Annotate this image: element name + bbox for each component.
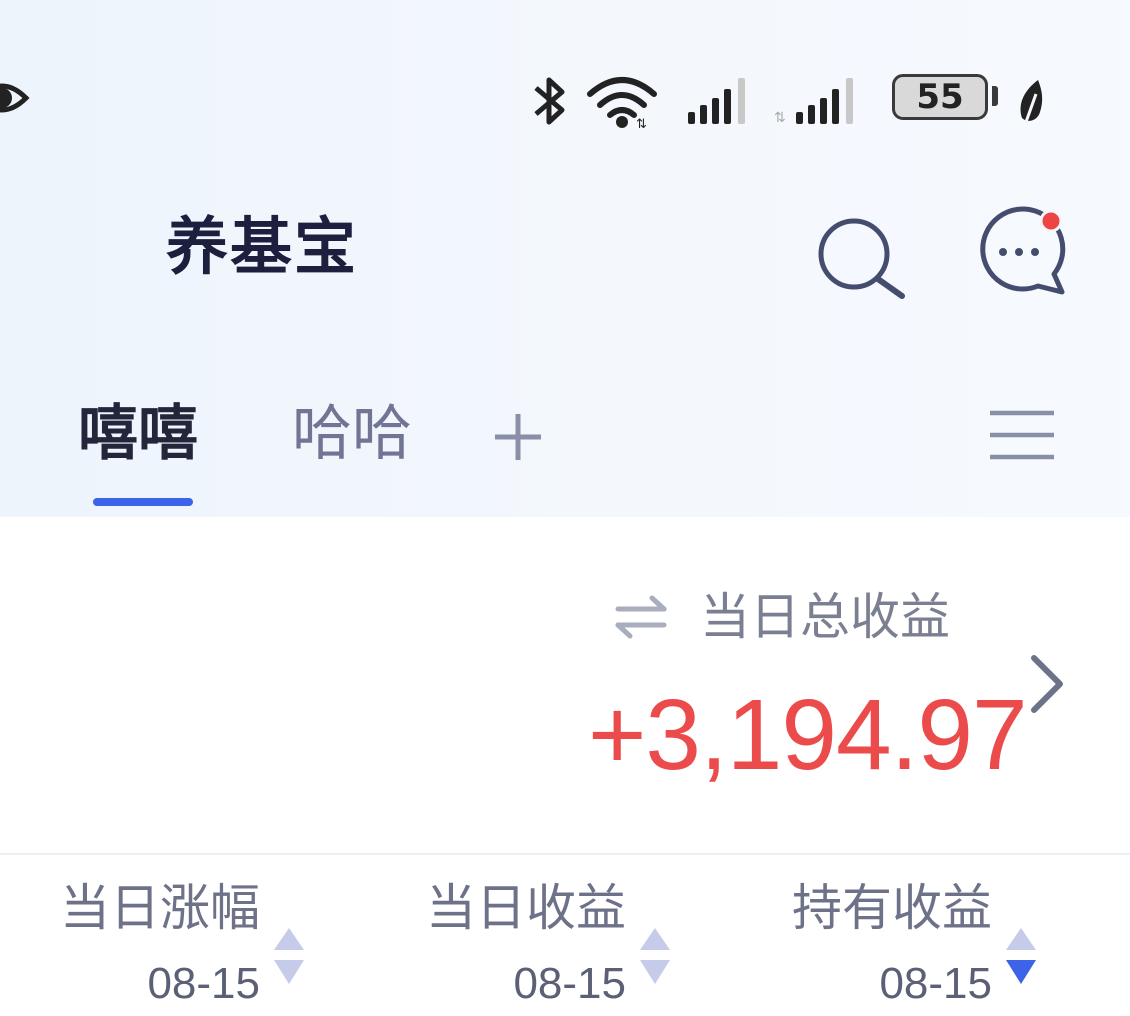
battery-icon: 55 xyxy=(892,74,988,120)
chevron-right-icon[interactable] xyxy=(1026,652,1066,716)
column-daily-change[interactable]: 当日涨幅 08-15 xyxy=(6,879,306,1016)
column-holding-return[interactable]: 持有收益 08-15 xyxy=(738,879,1038,1016)
column-label: 当日涨幅 xyxy=(60,879,260,937)
svg-text:⇅: ⇅ xyxy=(636,117,647,128)
leaf-icon xyxy=(1020,80,1043,123)
notification-dot xyxy=(1039,209,1063,233)
tab-xixi[interactable]: 嘻嘻 xyxy=(78,404,198,464)
page-title: 养基宝 xyxy=(166,210,359,283)
column-date: 08-15 xyxy=(147,959,260,1008)
daily-total-value: +3,194.97 xyxy=(588,679,1028,791)
column-label: 当日收益 xyxy=(426,879,626,937)
divider xyxy=(0,853,1130,855)
daily-total-label: 当日总收益 xyxy=(700,588,950,646)
swap-icon[interactable] xyxy=(614,594,668,640)
sort-arrows-icon[interactable] xyxy=(272,926,306,988)
sort-arrows-icon[interactable] xyxy=(638,926,672,988)
eye-icon xyxy=(0,83,30,113)
signal-icon: ⇅ xyxy=(774,78,853,126)
sort-arrows-icon[interactable] xyxy=(1004,926,1038,988)
signal-icon xyxy=(688,78,745,124)
menu-icon[interactable] xyxy=(988,409,1056,461)
add-tab-icon[interactable] xyxy=(490,410,546,466)
column-label: 持有收益 xyxy=(792,879,992,937)
tab-indicator xyxy=(93,498,193,506)
tab-haha[interactable]: 哈哈 xyxy=(292,404,412,464)
svg-text:⇅: ⇅ xyxy=(774,110,786,126)
column-date: 08-15 xyxy=(879,959,992,1008)
status-bar-icons: ⇅ ⇅ 55 xyxy=(526,68,1056,132)
message-icon[interactable] xyxy=(972,204,1072,304)
bluetooth-icon xyxy=(534,77,565,125)
wifi-icon: ⇅ xyxy=(587,77,657,128)
column-date: 08-15 xyxy=(513,959,626,1008)
battery-level: 55 xyxy=(916,77,964,117)
battery-nub xyxy=(992,86,998,106)
search-icon[interactable] xyxy=(812,212,912,304)
column-daily-return[interactable]: 当日收益 08-15 xyxy=(372,879,672,1016)
